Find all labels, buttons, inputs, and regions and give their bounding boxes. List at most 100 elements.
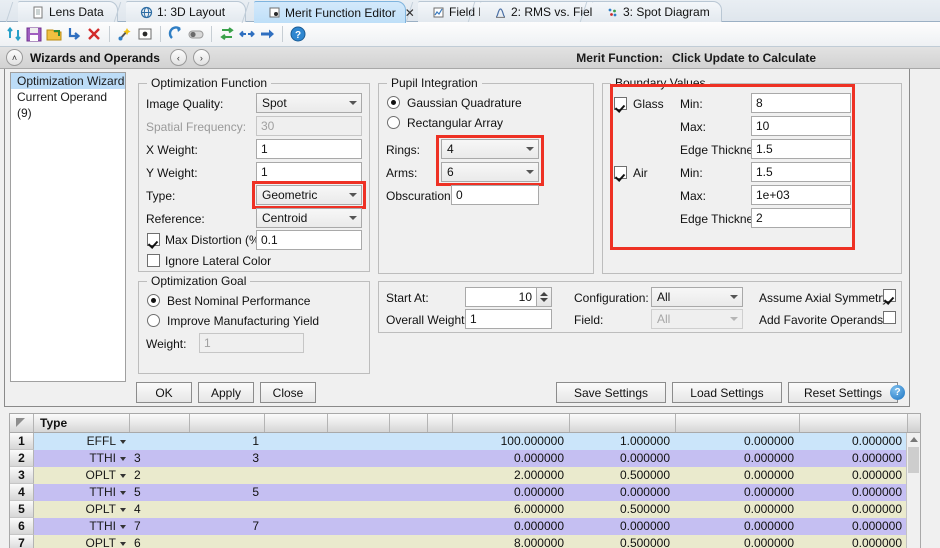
x-weight-input[interactable]: 1 bbox=[256, 139, 362, 159]
open-icon[interactable] bbox=[45, 25, 63, 43]
table-cell[interactable]: 8.000000 bbox=[453, 535, 570, 548]
table-cell[interactable]: 4 bbox=[130, 501, 190, 518]
table-cell[interactable]: 6 bbox=[130, 535, 190, 548]
table-cell[interactable]: 0.000000 bbox=[676, 484, 800, 501]
table-cell[interactable] bbox=[190, 501, 265, 518]
table-cell[interactable]: 0.000000 bbox=[800, 433, 908, 450]
operand-type-select[interactable]: TTHI bbox=[34, 484, 130, 501]
overall-weight-input[interactable]: 1 bbox=[465, 309, 552, 329]
table-cell[interactable] bbox=[428, 535, 453, 548]
reference-select[interactable]: Centroid bbox=[256, 208, 362, 228]
operand-type-select[interactable]: TTHI bbox=[34, 518, 130, 535]
operand-type-select[interactable]: OPLT bbox=[34, 501, 130, 518]
grid-corner-cell[interactable] bbox=[10, 414, 34, 432]
grid-header-col3[interactable] bbox=[190, 414, 265, 432]
air-max-input[interactable]: 1e+03 bbox=[751, 185, 851, 205]
add-favorite-operands-checkbox[interactable] bbox=[883, 311, 896, 324]
table-cell[interactable] bbox=[390, 501, 428, 518]
grid-header-col5[interactable] bbox=[328, 414, 390, 432]
table-cell[interactable]: 5 bbox=[130, 484, 190, 501]
gaussian-quadrature-radio[interactable] bbox=[387, 96, 400, 109]
arms-select[interactable]: 6 bbox=[441, 162, 539, 182]
chevron-down-icon[interactable] bbox=[120, 457, 126, 461]
load-settings-button[interactable]: Load Settings bbox=[672, 382, 782, 403]
table-cell[interactable] bbox=[190, 535, 265, 548]
max-distortion-input[interactable]: 0.1 bbox=[256, 230, 362, 250]
goal-weight-input[interactable]: 1 bbox=[199, 333, 304, 353]
grid-header-col8[interactable] bbox=[453, 414, 570, 432]
table-cell[interactable]: 0.000000 bbox=[800, 450, 908, 467]
table-cell[interactable] bbox=[428, 467, 453, 484]
improve-manufacturing-yield-radio[interactable] bbox=[147, 314, 160, 327]
apply-button[interactable]: Apply bbox=[198, 382, 254, 403]
grid-header-col4[interactable] bbox=[265, 414, 328, 432]
collapse-icon[interactable] bbox=[238, 25, 256, 43]
table-cell[interactable]: 0.000000 bbox=[676, 467, 800, 484]
table-cell[interactable]: 7 bbox=[130, 518, 190, 535]
table-cell[interactable] bbox=[390, 467, 428, 484]
tab-3d-layout[interactable]: 1: 3D Layout bbox=[126, 1, 246, 22]
table-cell[interactable] bbox=[265, 535, 328, 548]
start-at-stepper[interactable] bbox=[537, 287, 552, 307]
table-cell[interactable] bbox=[328, 450, 390, 467]
chevron-down-icon[interactable] bbox=[540, 298, 548, 302]
table-cell[interactable]: 0.000000 bbox=[676, 433, 800, 450]
swap-icon[interactable] bbox=[218, 25, 236, 43]
row-number[interactable]: 1 bbox=[10, 433, 34, 450]
table-cell[interactable]: 5 bbox=[190, 484, 265, 501]
image-quality-select[interactable]: Spot bbox=[256, 93, 362, 113]
table-cell[interactable] bbox=[265, 484, 328, 501]
table-cell[interactable] bbox=[428, 484, 453, 501]
collapse-chevron-icon[interactable]: ˄ bbox=[6, 49, 23, 66]
chevron-up-icon[interactable] bbox=[910, 437, 918, 442]
rectangular-array-radio[interactable] bbox=[387, 116, 400, 129]
operand-type-select[interactable]: OPLT bbox=[34, 535, 130, 548]
table-cell[interactable] bbox=[265, 450, 328, 467]
tab-merit-function-editor[interactable]: Merit Function Editor ✕ bbox=[254, 1, 406, 23]
table-cell[interactable] bbox=[390, 518, 428, 535]
table-cell[interactable]: 0.000000 bbox=[800, 535, 908, 548]
operand-type-select[interactable]: TTHI bbox=[34, 450, 130, 467]
table-cell[interactable] bbox=[130, 433, 190, 450]
insert-icon[interactable] bbox=[65, 25, 83, 43]
table-cell[interactable]: 0.500000 bbox=[570, 467, 676, 484]
rings-select[interactable]: 4 bbox=[441, 139, 539, 159]
table-cell[interactable]: 0.000000 bbox=[453, 518, 570, 535]
close-button[interactable]: Close bbox=[260, 382, 316, 403]
row-number[interactable]: 7 bbox=[10, 535, 34, 548]
table-cell[interactable] bbox=[428, 518, 453, 535]
save-settings-button[interactable]: Save Settings bbox=[556, 382, 666, 403]
table-cell[interactable]: 0.000000 bbox=[453, 484, 570, 501]
grid-header-col6[interactable] bbox=[390, 414, 428, 432]
table-cell[interactable] bbox=[190, 467, 265, 484]
start-at-input[interactable]: 10 bbox=[465, 287, 537, 307]
table-cell[interactable] bbox=[265, 433, 328, 450]
operand-type-select[interactable]: OPLT bbox=[34, 467, 130, 484]
operand-type-select[interactable]: EFFL bbox=[34, 433, 130, 450]
chevron-down-icon[interactable] bbox=[120, 474, 126, 478]
table-cell[interactable]: 1 bbox=[190, 433, 265, 450]
table-cell[interactable]: 0.000000 bbox=[676, 535, 800, 548]
table-cell[interactable]: 0.000000 bbox=[570, 518, 676, 535]
ignore-lateral-color-checkbox[interactable] bbox=[147, 254, 160, 267]
table-cell[interactable] bbox=[428, 433, 453, 450]
table-cell[interactable] bbox=[428, 501, 453, 518]
glass-edge-thickness-input[interactable]: 1.5 bbox=[751, 139, 851, 159]
table-cell[interactable] bbox=[328, 467, 390, 484]
table-cell[interactable] bbox=[265, 501, 328, 518]
best-nominal-performance-radio[interactable] bbox=[147, 294, 160, 307]
row-number[interactable]: 5 bbox=[10, 501, 34, 518]
configuration-select[interactable]: All bbox=[651, 287, 743, 307]
grid-header-type[interactable]: Type bbox=[34, 414, 130, 432]
table-cell[interactable]: 2.000000 bbox=[453, 467, 570, 484]
grid-vertical-scrollbar[interactable] bbox=[906, 433, 920, 548]
obscuration-input[interactable]: 0 bbox=[451, 185, 539, 205]
next-button[interactable]: › bbox=[193, 49, 210, 66]
table-cell[interactable] bbox=[390, 535, 428, 548]
table-cell[interactable]: 0.000000 bbox=[676, 501, 800, 518]
table-row[interactable]: 7OPLT68.0000000.5000000.0000000.000000 bbox=[10, 535, 920, 548]
chevron-down-icon[interactable] bbox=[120, 542, 126, 546]
help-icon[interactable]: ? bbox=[890, 385, 905, 400]
table-cell[interactable]: 0.500000 bbox=[570, 501, 676, 518]
assume-axial-symmetry-checkbox[interactable] bbox=[883, 289, 896, 302]
